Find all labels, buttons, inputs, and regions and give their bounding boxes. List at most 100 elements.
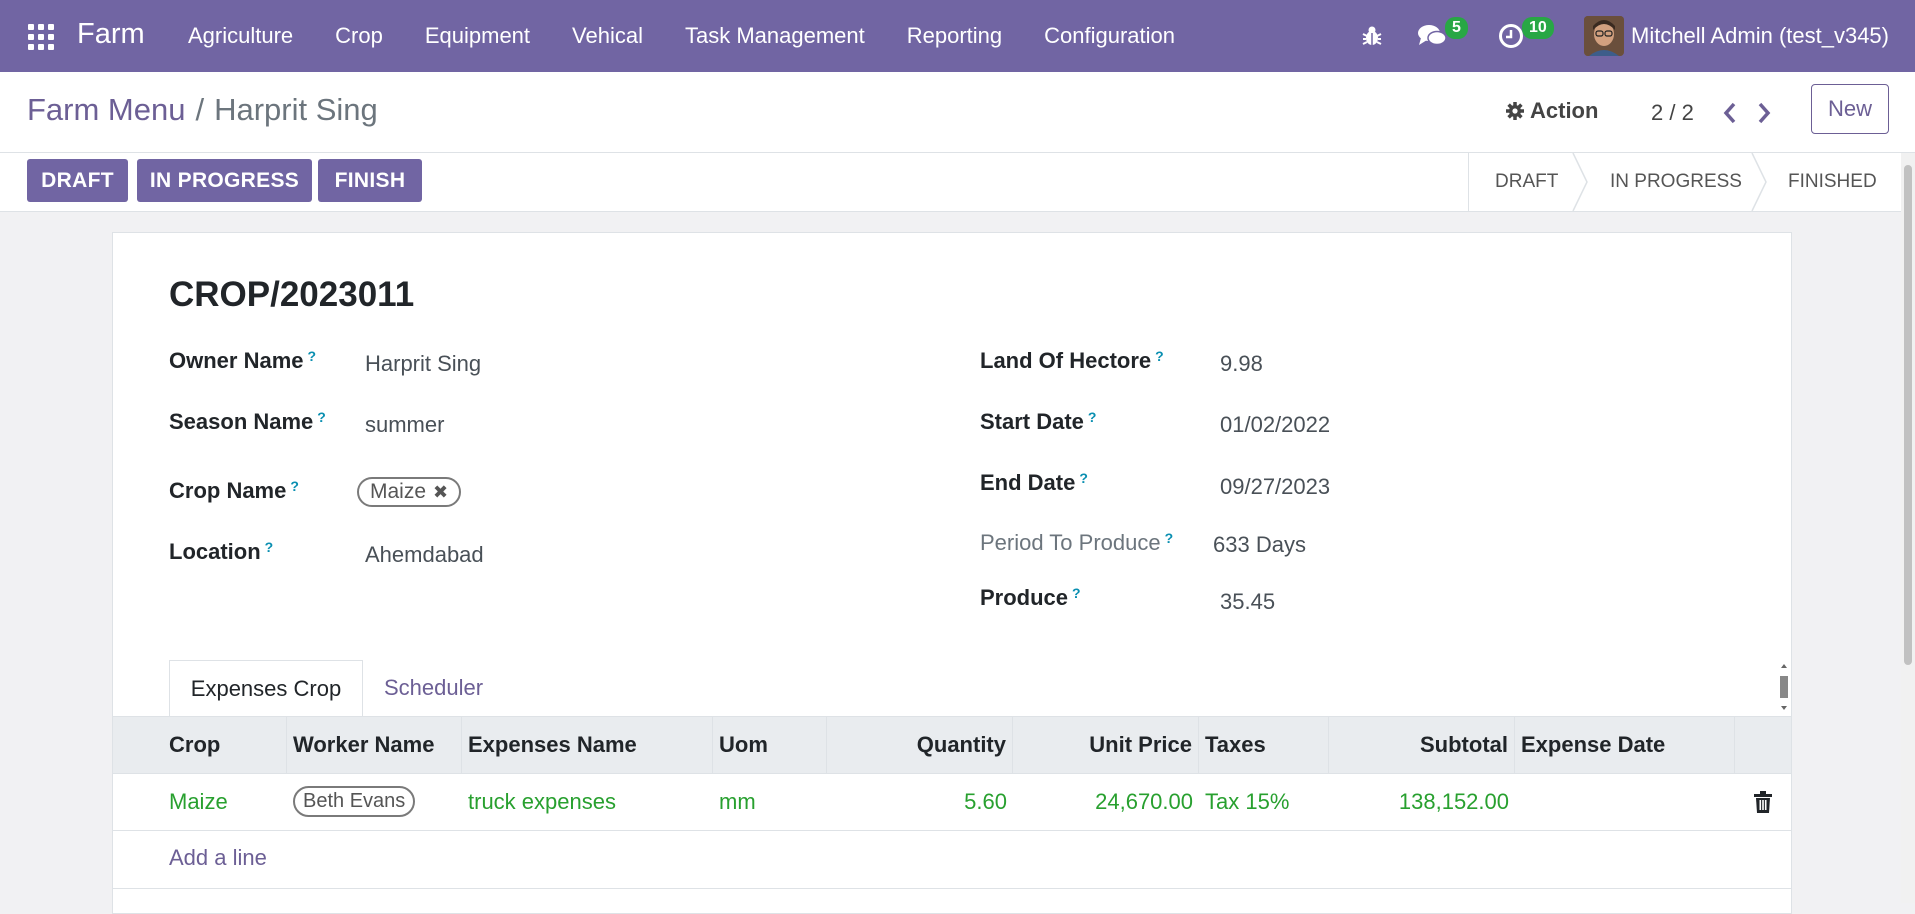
- col-expenses-name[interactable]: Expenses Name: [462, 717, 713, 773]
- help-icon[interactable]: ?: [317, 409, 326, 425]
- page-scrollbar-thumb[interactable]: [1904, 165, 1912, 665]
- crop-name-tag[interactable]: Maize ✖: [357, 477, 462, 507]
- cell-expense-date[interactable]: [1515, 773, 1735, 830]
- col-uom[interactable]: Uom: [713, 717, 827, 773]
- activities-badge: 10: [1522, 17, 1554, 39]
- draft-button[interactable]: DRAFT: [27, 159, 128, 202]
- menu-agriculture[interactable]: Agriculture: [167, 0, 314, 72]
- pager-next-button[interactable]: [1752, 98, 1776, 128]
- period-label: Period To Produce?: [980, 530, 1174, 555]
- menu-vehical[interactable]: Vehical: [551, 0, 664, 72]
- worker-tag: Beth Evans: [293, 786, 416, 817]
- in-progress-button[interactable]: IN PROGRESS: [137, 159, 312, 202]
- table-row[interactable]: Maize Beth Evans truck expenses mm 5.60 …: [113, 773, 1791, 831]
- cell-crop[interactable]: Maize: [163, 773, 287, 830]
- start-date-label: Start Date?: [980, 409, 1097, 434]
- finish-button[interactable]: FINISH: [318, 159, 422, 202]
- page-scrollbar[interactable]: [1901, 153, 1915, 903]
- help-icon[interactable]: ?: [1088, 409, 1097, 425]
- app-brand[interactable]: Farm: [77, 18, 145, 51]
- menu-task-management[interactable]: Task Management: [664, 0, 886, 72]
- season-name-field[interactable]: summer: [365, 412, 444, 438]
- stage-finished[interactable]: FINISHED: [1788, 153, 1877, 211]
- apps-grid-icon[interactable]: [28, 24, 54, 50]
- col-taxes[interactable]: Taxes: [1199, 717, 1329, 773]
- cell-uom[interactable]: mm: [713, 773, 827, 830]
- add-line-row: [113, 830, 1791, 889]
- remove-tag-icon[interactable]: ✖: [433, 482, 448, 503]
- action-label: Action: [1530, 98, 1599, 123]
- status-bar: DRAFT IN PROGRESS FINISH DRAFT IN PROGRE…: [0, 153, 1915, 212]
- produce-field[interactable]: 35.45: [1220, 589, 1275, 615]
- user-avatar[interactable]: [1584, 16, 1624, 56]
- tab-expenses-crop[interactable]: Expenses Crop: [169, 660, 363, 716]
- breadcrumb-current: Harprit Sing: [214, 92, 378, 127]
- menu-equipment[interactable]: Equipment: [404, 0, 551, 72]
- owner-name-field[interactable]: Harprit Sing: [365, 351, 481, 377]
- cell-taxes[interactable]: Tax 15%: [1199, 773, 1329, 830]
- help-icon[interactable]: ?: [1155, 348, 1164, 364]
- end-date-field[interactable]: 09/27/2023: [1220, 474, 1330, 500]
- help-icon[interactable]: ?: [265, 539, 274, 555]
- stage-divider-icon: [1751, 153, 1767, 211]
- menu-configuration[interactable]: Configuration: [1023, 0, 1196, 72]
- messages-badge: 5: [1445, 17, 1468, 39]
- top-navbar: Farm Agriculture Crop Equipment Vehical …: [0, 0, 1915, 72]
- cell-unit-price[interactable]: 24,670.00: [1013, 773, 1199, 830]
- stage-pipeline: DRAFT IN PROGRESS FINISHED: [1468, 153, 1915, 211]
- col-crop[interactable]: Crop: [163, 717, 287, 773]
- record-title: CROP/2023011: [169, 275, 415, 314]
- breadcrumb-parent[interactable]: Farm Menu: [27, 92, 185, 127]
- menu-crop[interactable]: Crop: [314, 0, 404, 72]
- add-line-link[interactable]: Add a line: [169, 845, 267, 871]
- cell-worker[interactable]: Beth Evans: [287, 773, 462, 830]
- end-date-label: End Date?: [980, 470, 1088, 495]
- land-label: Land Of Hectore?: [980, 348, 1164, 373]
- table-header: Crop Worker Name Expenses Name Uom Quant…: [113, 716, 1791, 774]
- help-icon[interactable]: ?: [1079, 470, 1088, 486]
- control-panel: Farm Menu / Harprit Sing Action 2 / 2 New: [0, 72, 1915, 153]
- cell-quantity[interactable]: 5.60: [827, 773, 1013, 830]
- location-field[interactable]: Ahemdabad: [365, 542, 484, 568]
- help-icon[interactable]: ?: [1072, 585, 1081, 601]
- stage-draft[interactable]: DRAFT: [1495, 153, 1558, 211]
- stage-in-progress[interactable]: IN PROGRESS: [1610, 153, 1742, 211]
- cell-subtotal[interactable]: 138,152.00: [1329, 773, 1515, 830]
- trash-icon: [1754, 790, 1772, 813]
- help-icon[interactable]: ?: [308, 348, 317, 364]
- help-icon[interactable]: ?: [1165, 530, 1174, 546]
- col-quantity[interactable]: Quantity: [827, 717, 1013, 773]
- col-unit-price[interactable]: Unit Price: [1013, 717, 1199, 773]
- user-menu[interactable]: Mitchell Admin (test_v345): [1631, 23, 1889, 49]
- bug-icon[interactable]: [1360, 0, 1384, 72]
- breadcrumb: Farm Menu / Harprit Sing: [27, 92, 378, 128]
- main-menu: Agriculture Crop Equipment Vehical Task …: [167, 0, 1196, 72]
- new-record-button[interactable]: New: [1811, 84, 1889, 134]
- col-subtotal[interactable]: Subtotal: [1329, 717, 1515, 773]
- chat-icon[interactable]: [1417, 0, 1447, 72]
- pager-previous-button[interactable]: [1718, 98, 1742, 128]
- produce-label: Produce?: [980, 585, 1081, 610]
- col-worker-name[interactable]: Worker Name: [287, 717, 462, 773]
- col-expense-date[interactable]: Expense Date: [1515, 717, 1735, 773]
- help-icon[interactable]: ?: [290, 478, 299, 494]
- gear-icon: [1506, 102, 1524, 120]
- tab-scheduler[interactable]: Scheduler: [384, 660, 483, 716]
- period-field: 633 Days: [1213, 532, 1306, 557]
- clock-icon[interactable]: [1498, 0, 1524, 72]
- start-date-field[interactable]: 01/02/2022: [1220, 412, 1330, 438]
- season-name-label: Season Name?: [169, 409, 326, 434]
- breadcrumb-separator: /: [195, 92, 205, 127]
- tab-scrollbar[interactable]: [1778, 662, 1790, 712]
- menu-reporting[interactable]: Reporting: [886, 0, 1023, 72]
- chevron-right-icon: [1758, 102, 1771, 124]
- stage-divider-icon: [1572, 153, 1588, 211]
- crop-tag-label: Maize: [370, 480, 427, 503]
- crop-name-label: Crop Name?: [169, 478, 299, 503]
- location-label: Location?: [169, 539, 274, 564]
- action-menu-button[interactable]: Action: [1505, 98, 1598, 124]
- delete-row-button[interactable]: [1735, 773, 1791, 830]
- pager-value[interactable]: 2 / 2: [1651, 100, 1694, 126]
- cell-expenses-name[interactable]: truck expenses: [462, 773, 713, 830]
- land-field[interactable]: 9.98: [1220, 351, 1263, 377]
